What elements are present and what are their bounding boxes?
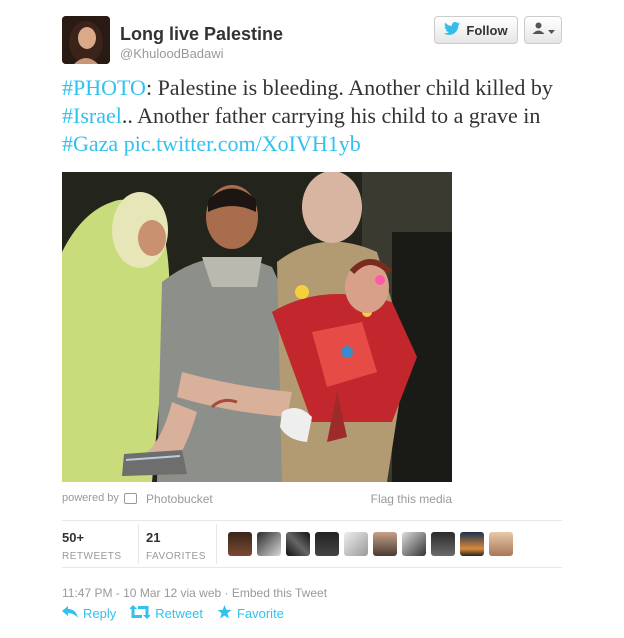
reply-icon [62, 606, 78, 621]
reply-button[interactable]: Reply [62, 606, 116, 621]
tweet-text-part-2: .. Another father carrying his child to … [121, 103, 541, 128]
retweet-label: Retweet [155, 606, 203, 621]
favoriter-avatar[interactable] [431, 532, 455, 556]
favorite-label: Favorite [236, 606, 284, 621]
hashtag-photo[interactable]: #PHOTO [62, 75, 146, 100]
caret-down-icon [547, 21, 555, 39]
favoriter-avatar[interactable] [286, 532, 310, 556]
powered-by-label: powered by [62, 492, 119, 504]
favoriter-avatar[interactable] [373, 532, 397, 556]
retweet-icon [129, 605, 152, 622]
username[interactable]: @KhuloodBadawi [120, 46, 224, 61]
favorites-label: FAVORITES [146, 551, 206, 562]
retweets-stat[interactable]: 50+ RETWEETS [62, 530, 122, 562]
photobucket-icon [124, 493, 137, 504]
hashtag-israel[interactable]: #Israel [62, 103, 122, 128]
favoriter-avatar[interactable] [460, 532, 484, 556]
favorites-count: 21 [146, 530, 161, 545]
full-name[interactable]: Long live Palestine [120, 24, 283, 45]
favoriter-avatar[interactable] [315, 532, 339, 556]
retweet-button[interactable]: Retweet [129, 605, 203, 622]
favoriter-avatars [228, 532, 513, 556]
media-link[interactable]: pic.twitter.com/XoIVH1yb [124, 131, 361, 156]
media-footer: powered by Photobucket Flag this media [62, 492, 452, 508]
tweet-header: Long live Palestine @KhuloodBadawi Follo… [62, 14, 562, 70]
favoriter-avatar[interactable] [257, 532, 281, 556]
tweet-actions: Reply Retweet Favorite [62, 605, 284, 622]
follow-button[interactable]: Follow [434, 16, 518, 44]
avatar[interactable] [62, 16, 110, 64]
favorite-button[interactable]: Favorite [217, 605, 284, 622]
favorites-stat[interactable]: 21 FAVORITES [146, 530, 206, 562]
divider-top [62, 520, 562, 521]
favoriter-avatar[interactable] [344, 532, 368, 556]
favoriter-avatar[interactable] [228, 532, 252, 556]
reply-label: Reply [83, 606, 117, 621]
user-actions-button[interactable] [524, 16, 562, 44]
flag-media-link[interactable]: Flag this media [371, 492, 452, 506]
divider-bottom [62, 567, 562, 568]
favoriter-avatar[interactable] [402, 532, 426, 556]
meta-separator: · [221, 586, 232, 600]
star-icon [217, 605, 232, 622]
person-icon [532, 21, 545, 39]
tweet-text: #PHOTO: Palestine is bleeding. Another c… [62, 74, 562, 158]
stat-divider [138, 524, 139, 564]
embed-tweet-link[interactable]: Embed this Tweet [232, 586, 327, 600]
tweet-meta: 11:47 PM - 10 Mar 12 via web · Embed thi… [62, 586, 327, 600]
hashtag-gaza[interactable]: #Gaza [62, 131, 118, 156]
photobucket-link[interactable]: Photobucket [146, 492, 213, 506]
stat-divider-2 [216, 524, 217, 564]
tweet-photo[interactable] [62, 172, 452, 482]
retweets-label: RETWEETS [62, 551, 122, 562]
timestamp[interactable]: 11:47 PM - 10 Mar 12 via web [62, 586, 221, 600]
twitter-bird-icon [444, 22, 461, 38]
tweet-card: Long live Palestine @KhuloodBadawi Follo… [62, 14, 562, 621]
favoriter-avatar[interactable] [489, 532, 513, 556]
retweets-count: 50+ [62, 530, 85, 545]
tweet-text-part-1: : Palestine is bleeding. Another child k… [145, 75, 553, 100]
follow-label: Follow [466, 22, 508, 38]
